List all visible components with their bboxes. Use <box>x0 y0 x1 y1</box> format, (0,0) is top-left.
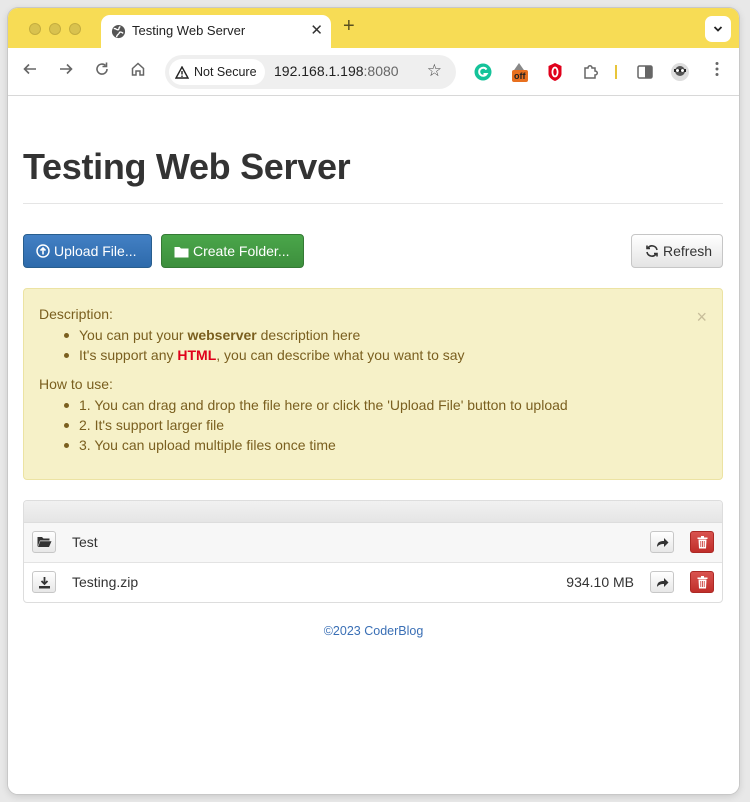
page-content: Testing Web Server Upload File... Create… <box>8 96 739 794</box>
description-alert: × Description: You can put your webserve… <box>23 288 723 480</box>
toolbar-divider <box>615 65 617 79</box>
close-tab-icon[interactable]: ✕ <box>310 21 323 39</box>
title-bar: Testing Web Server ✕ + <box>8 8 739 48</box>
folder-open-icon <box>37 537 51 547</box>
arrow-right-icon <box>60 63 73 75</box>
howto-list: 1. You can drag and drop the file here o… <box>64 395 568 455</box>
trash-icon <box>697 535 707 548</box>
list-item: 3. You can upload multiple files once ti… <box>64 435 568 455</box>
open-folder-button[interactable] <box>32 531 56 553</box>
back-button[interactable] <box>18 60 42 84</box>
share-arrow-icon <box>656 537 668 547</box>
reload-button[interactable] <box>90 60 114 84</box>
globe-icon <box>111 24 126 39</box>
share-button[interactable] <box>650 531 674 553</box>
warning-icon <box>175 65 189 79</box>
file-size: 934.10 MB <box>566 574 634 590</box>
list-item: 1. You can drag and drop the file here o… <box>64 395 568 415</box>
maximize-window-button[interactable] <box>69 23 81 35</box>
download-button[interactable] <box>32 571 56 593</box>
list-item: You can put your webserver description h… <box>64 325 465 345</box>
address-bar[interactable]: Not Secure 192.168.1.198:8080 ☆ <box>165 55 456 89</box>
download-icon <box>38 576 50 588</box>
description-list: You can put your webserver description h… <box>64 325 465 365</box>
close-window-button[interactable] <box>29 23 41 35</box>
upload-icon <box>36 244 50 258</box>
opera-adblock-icon[interactable] <box>544 61 566 83</box>
list-item: It's support any HTML, you can describe … <box>64 345 465 365</box>
bookmark-star-icon[interactable]: ☆ <box>427 61 442 81</box>
table-row: Test <box>24 523 722 563</box>
delete-button[interactable] <box>690 531 714 553</box>
refresh-button[interactable]: Refresh <box>631 234 723 268</box>
home-button[interactable] <box>126 60 150 84</box>
tab-search-button[interactable] <box>705 16 731 42</box>
home-icon <box>131 62 145 76</box>
side-panel-icon[interactable] <box>634 61 656 83</box>
page-title: Testing Web Server <box>23 146 351 187</box>
security-indicator[interactable]: Not Secure <box>169 59 265 85</box>
chevron-down-icon <box>713 26 723 32</box>
extension-badge: off <box>512 70 528 82</box>
create-folder-button[interactable]: Create Folder... <box>161 234 304 268</box>
howto-heading: How to use: <box>39 376 113 392</box>
list-item: 2. It's support larger file <box>64 415 568 435</box>
minimize-window-button[interactable] <box>49 23 61 35</box>
share-button[interactable] <box>650 571 674 593</box>
profile-avatar-icon[interactable] <box>669 61 691 83</box>
file-name[interactable]: Testing.zip <box>72 574 138 590</box>
create-folder-label: Create Folder... <box>193 243 290 259</box>
arrow-left-icon <box>23 63 36 75</box>
browser-menu-button[interactable] <box>705 60 729 84</box>
file-list-header <box>24 501 722 523</box>
divider <box>23 203 723 204</box>
reload-icon <box>96 62 108 75</box>
browser-window: Testing Web Server ✕ + Not Secure 192.16… <box>8 8 739 794</box>
file-list: Test Testing.zip 934.10 MB <box>23 500 723 603</box>
puzzle-extensions-icon[interactable] <box>580 61 602 83</box>
share-arrow-icon <box>656 577 668 587</box>
browser-tab[interactable]: Testing Web Server ✕ <box>101 15 331 48</box>
more-vertical-icon <box>715 62 719 76</box>
new-tab-button[interactable]: + <box>343 15 355 38</box>
alert-close-icon[interactable]: × <box>696 307 707 328</box>
tab-title: Testing Web Server <box>132 23 246 38</box>
folder-icon <box>174 246 189 257</box>
browser-toolbar: Not Secure 192.168.1.198:8080 ☆ off <box>8 48 739 96</box>
upload-file-button[interactable]: Upload File... <box>23 234 152 268</box>
url-text[interactable]: 192.168.1.198:8080 <box>274 63 399 79</box>
grammarly-icon[interactable] <box>472 61 494 83</box>
trash-icon <box>697 575 707 588</box>
refresh-label: Refresh <box>663 243 713 259</box>
table-row: Testing.zip 934.10 MB <box>24 563 722 602</box>
file-name[interactable]: Test <box>72 534 98 550</box>
description-heading: Description: <box>39 306 113 322</box>
footer-link[interactable]: ©2023 CoderBlog <box>8 624 739 638</box>
extension-off-icon[interactable]: off <box>508 61 534 83</box>
security-label: Not Secure <box>194 65 257 79</box>
refresh-icon <box>646 245 658 257</box>
upload-file-label: Upload File... <box>54 243 137 259</box>
delete-button[interactable] <box>690 571 714 593</box>
forward-button[interactable] <box>54 60 78 84</box>
